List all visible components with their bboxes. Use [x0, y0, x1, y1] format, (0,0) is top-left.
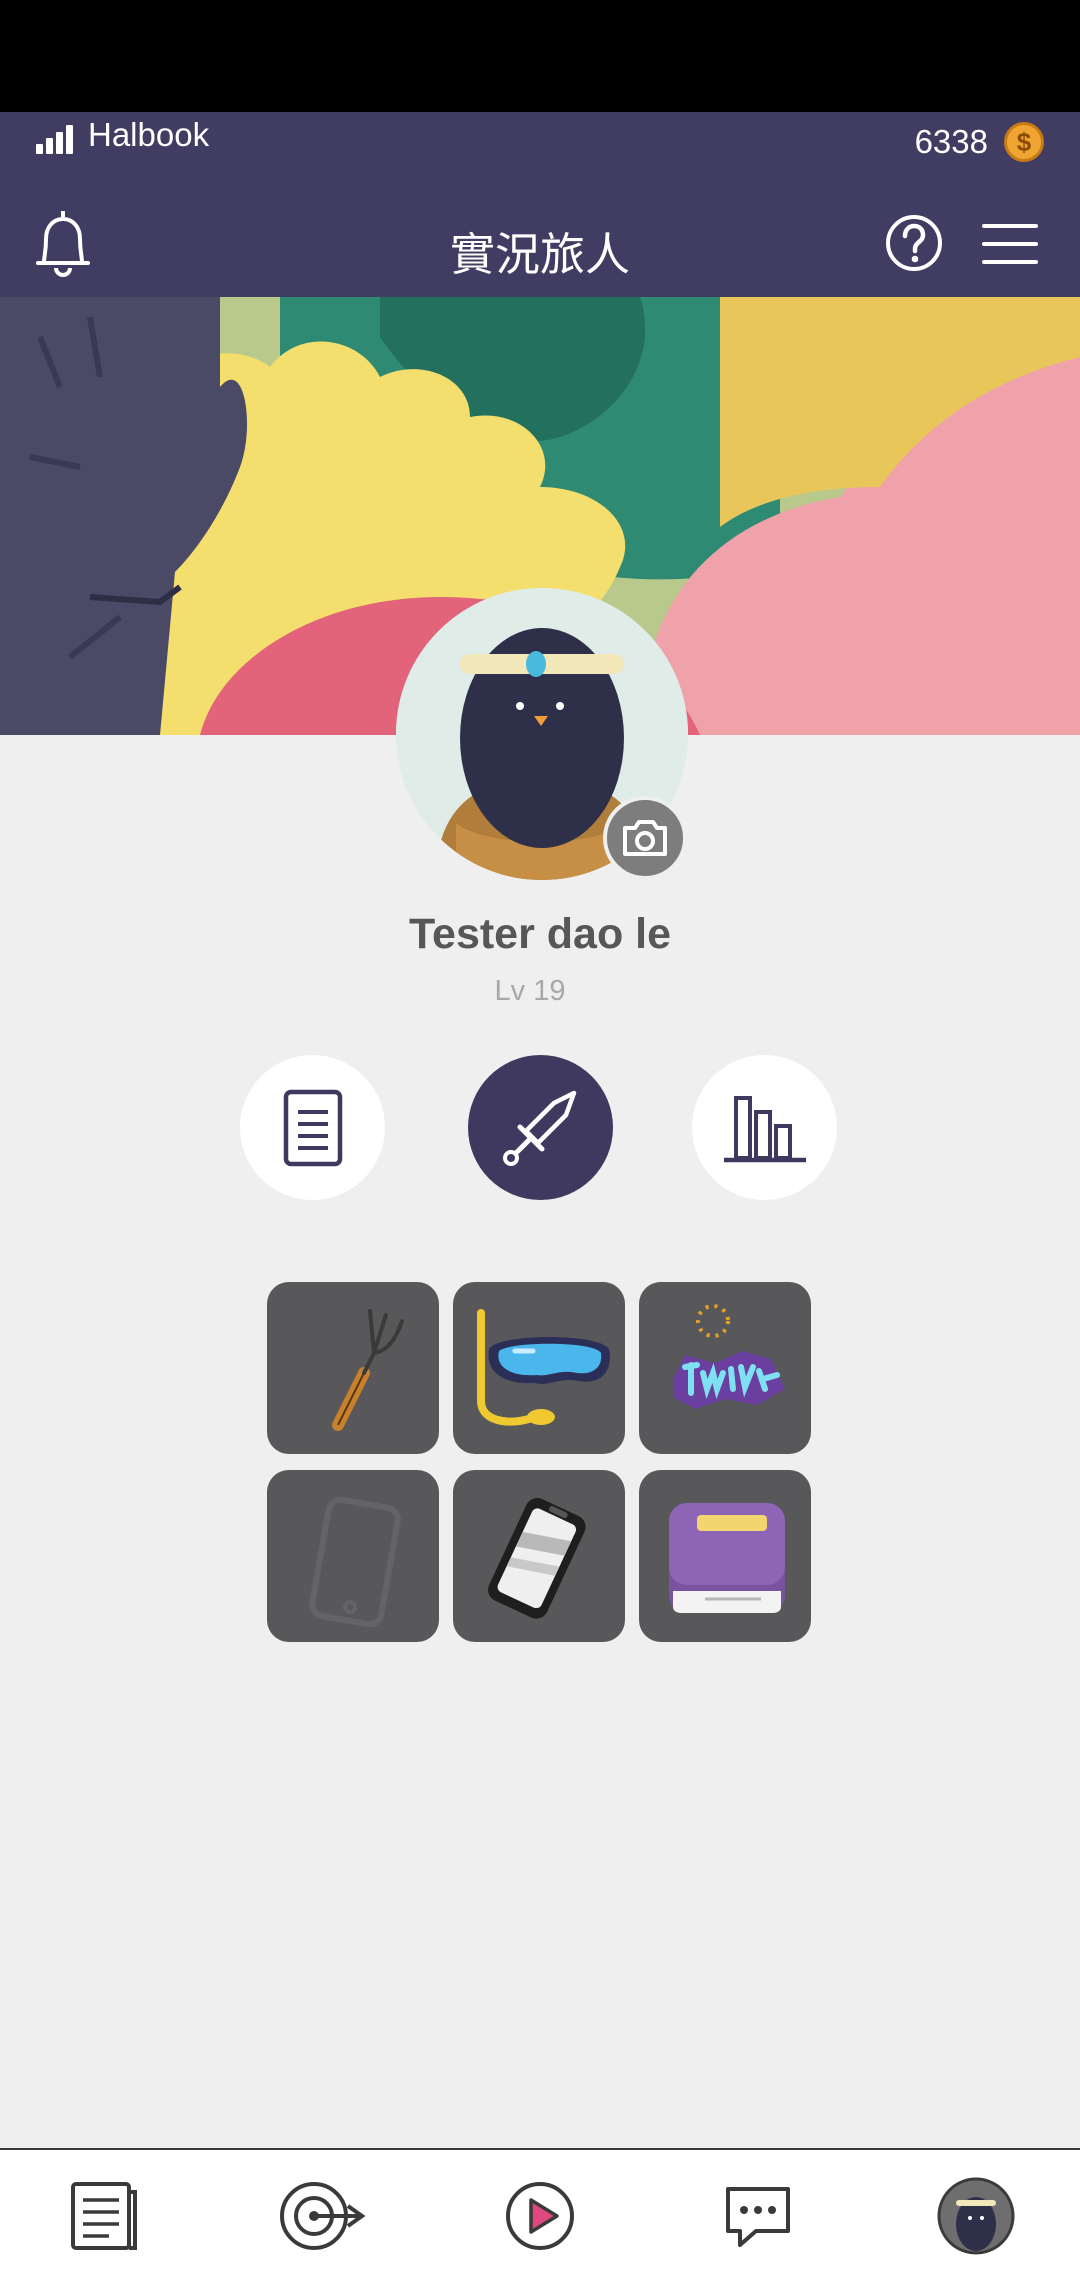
nav-profile[interactable] — [930, 2170, 1022, 2262]
journal-icon — [71, 2182, 137, 2250]
document-icon — [283, 1089, 342, 1166]
item-phone-placeholder[interactable] — [267, 1470, 439, 1642]
pitchfork-icon — [332, 1309, 404, 1431]
item-screen-protector[interactable] — [453, 1470, 625, 1642]
target-icon — [280, 2182, 366, 2250]
coin-icon: $ — [1004, 122, 1044, 162]
avatar-icon — [937, 2177, 1015, 2255]
item-snorkel-goggles[interactable] — [453, 1282, 625, 1454]
top-black-bar — [0, 0, 1080, 112]
nav-play[interactable] — [494, 2170, 586, 2262]
change-photo-button[interactable] — [603, 796, 687, 880]
graffiti-icon — [673, 1304, 785, 1409]
tab-stats[interactable] — [692, 1055, 837, 1200]
goggles-icon — [477, 1309, 610, 1426]
sword-icon — [502, 1090, 576, 1166]
phone-icon — [309, 1496, 401, 1628]
profile-name: Tester dao le — [408, 910, 672, 958]
chat-icon — [726, 2187, 790, 2247]
bar-chart-icon — [723, 1095, 806, 1162]
item-book[interactable] — [639, 1470, 811, 1642]
nav-chat[interactable] — [712, 2170, 804, 2262]
item-graffiti-tag[interactable] — [639, 1282, 811, 1454]
book-icon — [669, 1503, 785, 1613]
signal-icon — [36, 124, 80, 154]
profile-level: Lv 19 — [494, 975, 566, 1007]
help-icon[interactable] — [884, 213, 944, 273]
carrier-label: Halbook — [88, 116, 210, 153]
coin-count: 6338 — [914, 123, 988, 160]
item-pitchfork[interactable] — [267, 1282, 439, 1454]
nav-target[interactable] — [276, 2170, 368, 2262]
play-icon — [506, 2182, 574, 2250]
tab-list[interactable] — [240, 1055, 385, 1200]
camera-icon — [623, 820, 667, 856]
nav-journal[interactable] — [58, 2170, 150, 2262]
phone-case-icon — [488, 1497, 586, 1619]
tab-equipment[interactable] — [468, 1055, 613, 1200]
menu-icon[interactable] — [982, 222, 1038, 266]
